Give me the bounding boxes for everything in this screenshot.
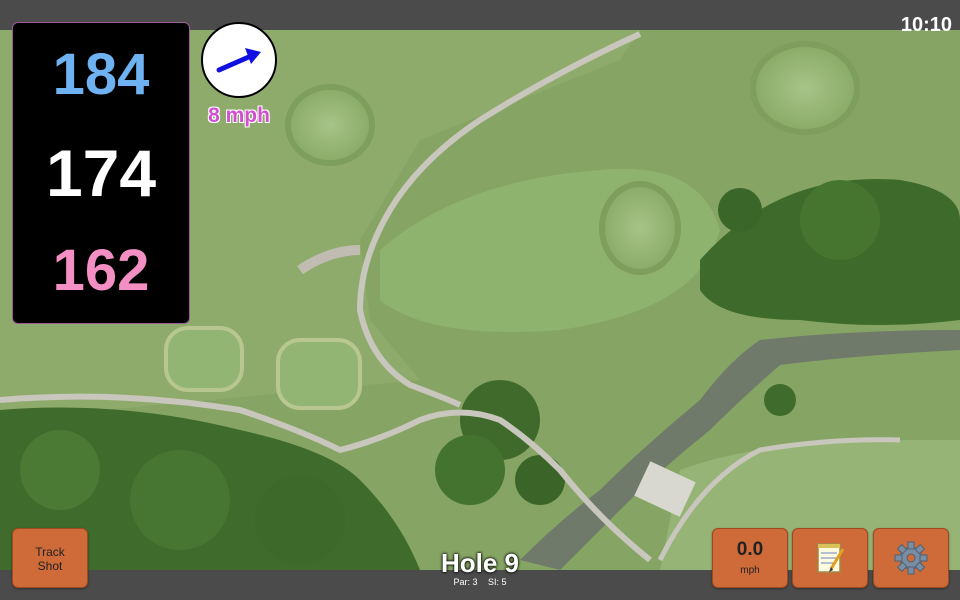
settings-button[interactable] — [873, 528, 949, 588]
hole-title: Hole 9 — [440, 548, 520, 578]
track-shot-label: Track Shot — [13, 545, 87, 573]
track-shot-line1: Track — [35, 545, 65, 559]
hole-stroke-index: SI: 5 — [488, 577, 507, 587]
track-shot-button[interactable]: Track Shot — [12, 528, 88, 588]
wind-arrow-icon — [216, 48, 261, 73]
speed-unit: mph — [740, 565, 760, 576]
speed-value: 0.0 — [736, 539, 764, 560]
back-yardage: 184 — [52, 42, 150, 107]
yardage-panel: 184 174 162 — [12, 22, 190, 324]
wind-speed-label: 8 mph — [208, 104, 270, 127]
front-yardage: 162 — [52, 238, 150, 303]
middle-yardage: 174 — [45, 136, 157, 210]
hole-info: Par: 3 SI: 5 — [380, 577, 580, 587]
notes-button[interactable] — [792, 528, 868, 588]
gear-icon — [894, 541, 928, 575]
hole-par: Par: 3 — [453, 577, 478, 587]
wind-indicator — [201, 22, 277, 98]
track-shot-line2: Shot — [37, 559, 63, 573]
clock-time: 10:10 — [900, 14, 952, 36]
speed-button[interactable]: 0.0 mph — [712, 528, 788, 588]
notepad-icon — [817, 543, 845, 573]
